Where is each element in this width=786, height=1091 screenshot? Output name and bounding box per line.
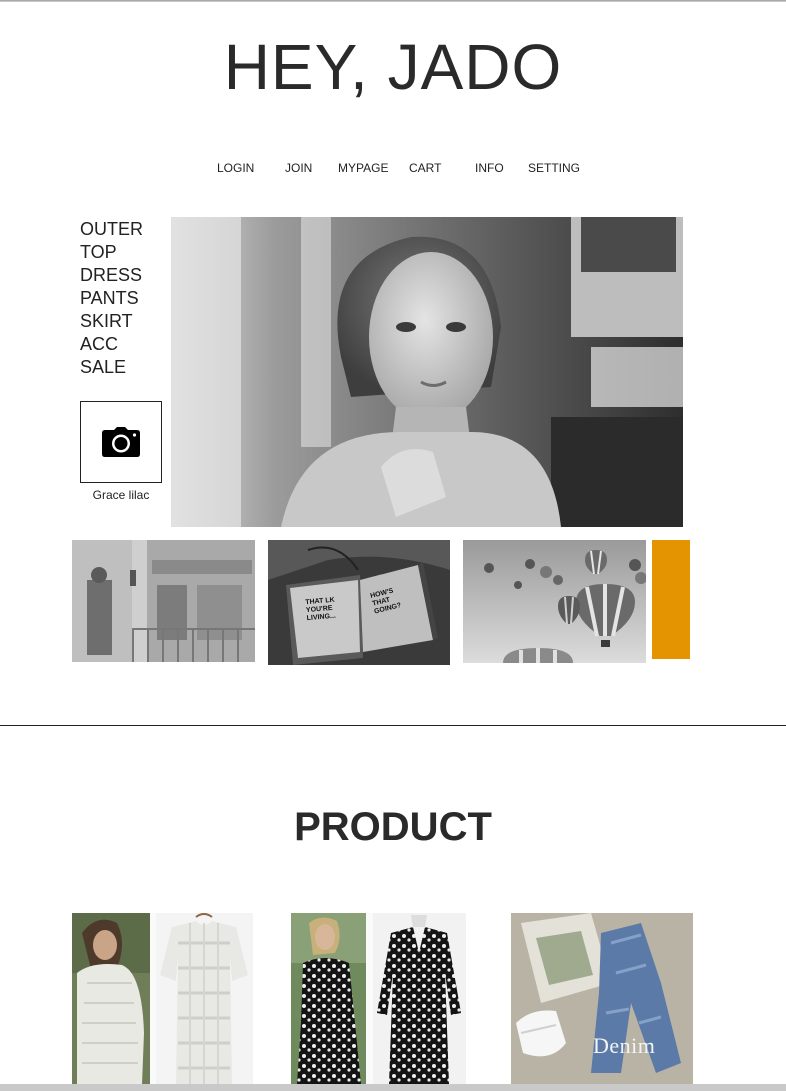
category-sale[interactable]: SALE	[80, 356, 143, 379]
nav-cart-link[interactable]: CART	[409, 161, 441, 175]
hero-portrait-image	[171, 217, 683, 527]
site-title[interactable]: HEY, JADO	[0, 30, 786, 104]
bottom-scroll-strip	[0, 1084, 786, 1091]
thumbnail-notebook[interactable]: THAT LK YOU'RE LIVING... HOW'S THAT GOIN…	[268, 540, 450, 665]
category-skirt[interactable]: SKIRT	[80, 310, 143, 333]
denim-caption: Denim	[593, 1033, 656, 1058]
category-dress[interactable]: DRESS	[80, 264, 143, 287]
top-border	[0, 0, 786, 2]
notebook-text-left: THAT LK YOU'RE LIVING...	[305, 596, 337, 623]
product-card-black-print-dress[interactable]	[291, 913, 466, 1084]
product-section-title: PRODUCT	[294, 805, 492, 849]
category-top[interactable]: TOP	[80, 241, 143, 264]
category-acc[interactable]: ACC	[80, 333, 143, 356]
nav-mypage-link[interactable]: MYPAGE	[338, 161, 388, 175]
camera-icon	[102, 427, 140, 457]
profile-name: Grace lilac	[92, 488, 150, 502]
nav-info-link[interactable]: INFO	[475, 161, 504, 175]
instagram-profile-button[interactable]	[80, 401, 162, 483]
product-card-denim-jeans[interactable]: Denim	[511, 913, 693, 1084]
nav-setting-link[interactable]: SETTING	[528, 161, 580, 175]
top-nav: LOGIN JOIN MYPAGE CART INFO SETTING	[0, 161, 786, 177]
accent-color-block	[652, 540, 690, 659]
nav-join-link[interactable]: JOIN	[285, 161, 312, 175]
category-menu: OUTER TOP DRESS PANTS SKIRT ACC SALE	[80, 218, 143, 379]
thumbnail-sherlock-holmes-museum[interactable]	[72, 540, 255, 662]
thumbnail-hot-air-balloons[interactable]	[463, 540, 646, 663]
category-outer[interactable]: OUTER	[80, 218, 143, 241]
nav-login-link[interactable]: LOGIN	[217, 161, 254, 175]
section-divider	[0, 725, 786, 726]
product-card-white-lace-dress[interactable]	[72, 913, 253, 1084]
category-pants[interactable]: PANTS	[80, 287, 143, 310]
